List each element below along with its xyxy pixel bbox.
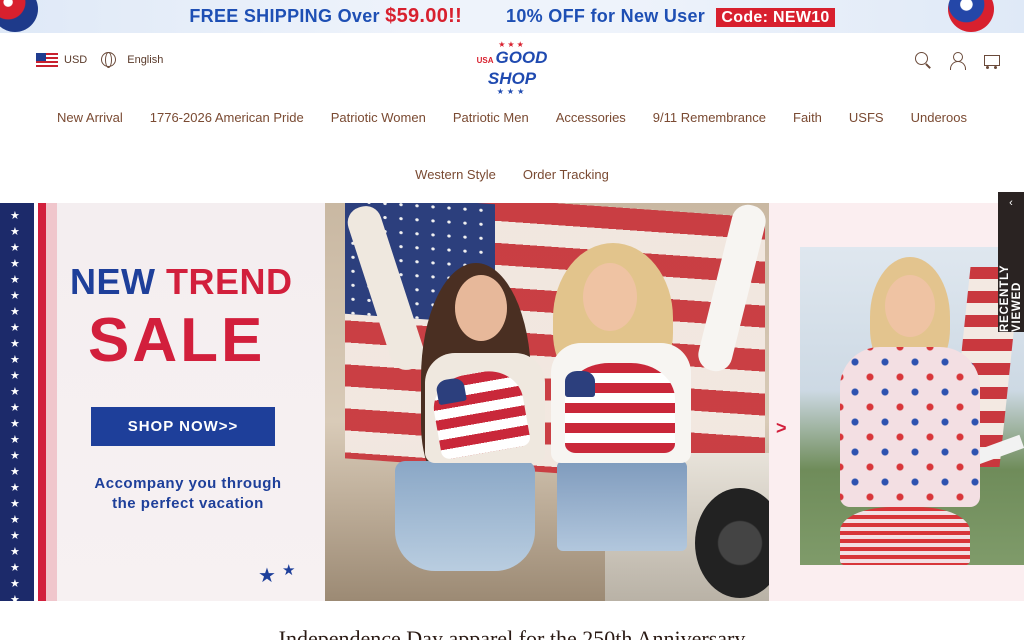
model1-flag-canton <box>435 376 467 406</box>
pink-stripe-decoration <box>46 203 57 601</box>
model2-flag-canton <box>565 371 595 397</box>
site-logo[interactable]: ★★★ USA GOOD SHOP ★★★ <box>462 41 562 96</box>
hero-sale-text: SALE <box>88 306 266 375</box>
star-decoration-icon: ★ <box>10 594 20 601</box>
star-decoration-icon: ★ <box>10 514 20 526</box>
nav-item-patriotic-women[interactable]: Patriotic Women <box>331 110 426 125</box>
language-selector[interactable]: English <box>127 54 163 66</box>
star-decoration-icon: ★ <box>10 386 20 398</box>
free-shipping-amount: $59.00!! <box>385 5 463 27</box>
model2-face <box>583 263 637 331</box>
recently-viewed-label: RECENTLY VIEWED <box>999 264 1023 332</box>
star-decoration-icon: ★ <box>10 370 20 382</box>
star-decoration-icon: ★ <box>10 210 20 222</box>
user-icon[interactable] <box>948 51 966 70</box>
hero-headline: NEW TREND <box>70 261 293 303</box>
free-shipping-label: FREE SHIPPING Over <box>189 6 380 26</box>
star-decoration-icon: ★ <box>10 338 20 350</box>
logo-usa: USA <box>476 56 494 65</box>
model1-face <box>455 275 507 341</box>
star-decoration: ★ ★ <box>258 562 296 587</box>
star-decoration-icon: ★ <box>10 354 20 366</box>
star-decoration-icon: ★ <box>10 466 20 478</box>
nav-item-patriotic-men[interactable]: Patriotic Men <box>453 110 529 125</box>
recently-viewed-tab[interactable]: ‹ RECENTLY VIEWED <box>998 192 1024 332</box>
star-decoration-icon: ★ <box>10 322 20 334</box>
nav-item-faith[interactable]: Faith <box>793 110 822 125</box>
nav-item-accessories[interactable]: Accessories <box>556 110 626 125</box>
nav-item-new-arrival[interactable]: New Arrival <box>57 110 123 125</box>
nav-item-underoos[interactable]: Underoos <box>911 110 967 125</box>
nav-item-order-tracking[interactable]: Order Tracking <box>523 167 609 182</box>
star-decoration-icon: ★ <box>10 402 20 414</box>
currency-selector[interactable]: USD <box>64 54 87 66</box>
nav-item-western-style[interactable]: Western Style <box>415 167 496 182</box>
nav-row-2: Western Style Order Tracking <box>0 146 1024 203</box>
red-stripe-decoration <box>38 203 46 601</box>
promo-banner[interactable]: FREE SHIPPING Over $59.00!! 10% OFF for … <box>0 0 1024 33</box>
nav-item-usfs[interactable]: USFS <box>849 110 884 125</box>
shop-now-button[interactable]: SHOP NOW>> <box>91 407 275 446</box>
balloon-decoration-left <box>0 0 38 32</box>
header-actions <box>914 51 1000 70</box>
star-decoration-icon: ★ <box>10 306 20 318</box>
side-model-face <box>885 275 935 337</box>
star-decoration-icon: ★ <box>10 482 20 494</box>
nav-row-1: New Arrival 1776-2026 American Pride Pat… <box>0 89 1024 146</box>
model2-denim-shorts <box>557 461 687 551</box>
star-decoration-icon: ★ <box>10 226 20 238</box>
search-icon[interactable] <box>914 51 932 69</box>
section-title: Independence Day apparel for the 250th A… <box>278 626 746 640</box>
star-stripe-decoration: ★ ★ ★ ★ ★ ★ ★ ★ ★ ★ ★ ★ ★ ★ ★ ★ ★ ★ ★ ★ ★ ★ ★ ★ ★ <box>0 203 34 601</box>
star-decoration-icon: ★ <box>10 498 20 510</box>
nav-item-american-pride[interactable]: 1776-2026 American Pride <box>150 110 304 125</box>
locale-selector: USD English <box>36 52 163 68</box>
star-decoration-icon: ★ <box>10 258 20 270</box>
chevron-up-icon: ‹ <box>1009 197 1013 209</box>
logo-wordmark: USA GOOD SHOP <box>462 49 562 88</box>
hero-headline-word2: TREND <box>166 261 293 302</box>
star-decoration-icon: ★ <box>10 242 20 254</box>
star-decoration-icon: ★ <box>10 562 20 574</box>
carousel-next-arrow[interactable]: > <box>776 418 787 439</box>
star-decoration-icon: ★ <box>10 450 20 462</box>
star-decoration-icon: ★ <box>10 546 20 558</box>
model1-denim-skirt <box>395 461 535 571</box>
hero-headline-word1: NEW <box>70 261 156 302</box>
star-decoration-icon: ★ <box>10 578 20 590</box>
hero-banner[interactable]: ★ ★ ★ ★ ★ ★ ★ ★ ★ ★ ★ ★ ★ ★ ★ ★ ★ ★ ★ ★ ★ ★ ★ ★ ★ NEW TREND SALE… <box>0 203 769 601</box>
star-decoration-icon: ★ <box>10 434 20 446</box>
logo-name: GOOD SHOP <box>487 48 548 88</box>
globe-icon[interactable] <box>101 52 117 68</box>
free-shipping-text: FREE SHIPPING Over $59.00!! <box>189 5 462 28</box>
side-model-striped-skirt <box>840 507 970 565</box>
star-decoration-icon: ★ <box>10 290 20 302</box>
next-slide-photo[interactable] <box>800 247 1024 565</box>
side-model-bow-top <box>840 347 980 507</box>
main-navigation: New Arrival 1776-2026 American Pride Pat… <box>0 89 1024 203</box>
promo-code-badge: Code: NEW10 <box>716 8 835 27</box>
balloon-decoration-right <box>948 0 994 32</box>
new-user-discount-text: 10% OFF for New User Code: NEW10 <box>506 6 835 27</box>
hero-tagline: Accompany you through the perfect vacati… <box>94 475 282 512</box>
star-decoration-icon: ★ <box>10 530 20 542</box>
cart-icon[interactable] <box>982 51 1000 69</box>
site-header: USD English ★★★ USA GOOD SHOP ★★★ <box>0 33 1024 96</box>
star-decoration-icon: ★ <box>10 274 20 286</box>
discount-label: 10% OFF for New User <box>506 6 706 26</box>
hero-photo <box>325 203 769 601</box>
us-flag-icon[interactable] <box>36 52 58 67</box>
star-decoration-icon: ★ <box>10 418 20 430</box>
nav-item-remembrance[interactable]: 9/11 Remembrance <box>653 110 766 125</box>
